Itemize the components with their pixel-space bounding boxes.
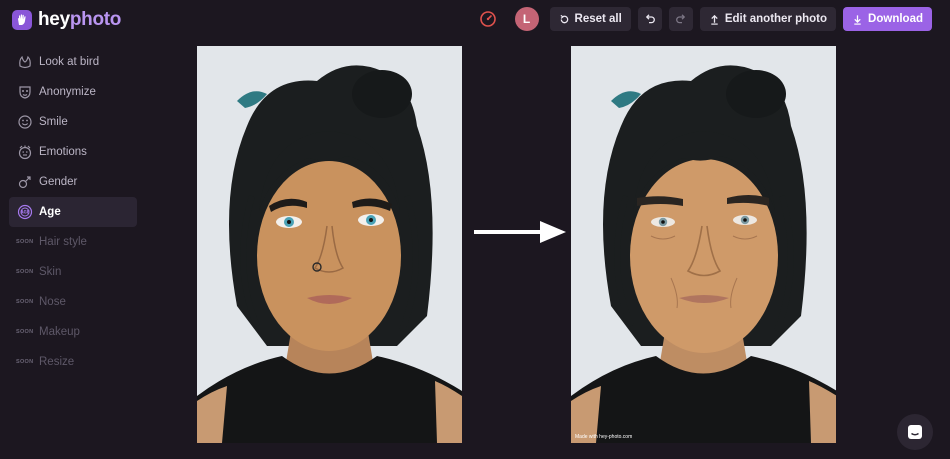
sidebar: Look at bird Anonymize Smile Emotions Ge…	[9, 47, 137, 377]
redo-button[interactable]	[668, 7, 693, 31]
app-logo[interactable]: heyphoto	[12, 9, 121, 31]
sidebar-item-age[interactable]: AGE Age	[9, 197, 137, 227]
app-name: heyphoto	[38, 9, 122, 30]
edited-photo: Made with hey-photo.com	[571, 46, 836, 443]
download-icon	[854, 14, 861, 25]
soon-badge: SOON	[16, 269, 34, 275]
sidebar-item-emotions[interactable]: Emotions	[9, 137, 137, 167]
sidebar-item-gender[interactable]: Gender	[9, 167, 137, 197]
avatar[interactable]: L	[514, 7, 539, 31]
svg-text:AGE: AGE	[20, 210, 29, 215]
chat-button[interactable]	[897, 414, 933, 450]
sidebar-item-label: Look at bird	[39, 56, 100, 68]
sidebar-item-label: Makeup	[39, 326, 80, 338]
sidebar-item-makeup: SOON Makeup	[9, 317, 137, 347]
sidebar-item-label: Emotions	[39, 146, 87, 158]
sidebar-item-nose: SOON Nose	[9, 287, 137, 317]
mask-icon	[16, 83, 34, 101]
sidebar-item-label: Smile	[39, 116, 68, 128]
soon-badge: SOON	[16, 239, 34, 245]
reset-icon	[559, 14, 568, 23]
watermark: Made with hey-photo.com	[575, 434, 633, 440]
sidebar-item-label: Anonymize	[39, 86, 96, 98]
emotions-icon	[16, 143, 34, 161]
upload-icon	[711, 14, 718, 25]
smile-icon	[16, 113, 34, 131]
sidebar-item-label: Nose	[39, 296, 66, 308]
hand-logo-icon	[12, 10, 32, 30]
sidebar-item-label: Hair style	[39, 236, 87, 248]
sidebar-item-label: Gender	[39, 176, 78, 188]
soon-badge: SOON	[16, 359, 34, 365]
chat-icon	[908, 425, 922, 439]
edit-another-photo-button[interactable]: Edit another photo	[699, 7, 837, 31]
undo-button[interactable]	[637, 7, 662, 31]
sidebar-item-label: Age	[39, 206, 61, 218]
speedometer-icon[interactable]	[476, 7, 500, 31]
sidebar-item-label: Resize	[39, 356, 75, 368]
download-label: Download	[868, 13, 923, 25]
arrow-right-icon	[472, 218, 568, 251]
sidebar-item-smile[interactable]: Smile	[9, 107, 137, 137]
download-button[interactable]: Download	[843, 7, 932, 31]
edit-another-label: Edit another photo	[724, 13, 828, 25]
reset-all-label: Reset all	[574, 13, 622, 25]
soon-badge: SOON	[16, 329, 34, 335]
sidebar-item-skin: SOON Skin	[9, 257, 137, 287]
gender-icon	[16, 173, 34, 191]
undo-icon	[645, 14, 655, 24]
age-icon: AGE	[16, 203, 34, 221]
sidebar-item-anonymize[interactable]: Anonymize	[9, 77, 137, 107]
header-toolbar: L Reset all Edit another photo Download	[476, 7, 932, 31]
sidebar-item-label: Skin	[39, 266, 62, 278]
sidebar-item-resize: SOON Resize	[9, 347, 137, 377]
bird-icon	[16, 53, 34, 71]
sidebar-item-hair-style: SOON Hair style	[9, 227, 137, 257]
sidebar-item-look-at-bird[interactable]: Look at bird	[9, 47, 137, 77]
soon-badge: SOON	[16, 299, 34, 305]
reset-all-button[interactable]: Reset all	[549, 7, 631, 31]
original-photo	[197, 46, 462, 443]
redo-icon	[675, 14, 685, 24]
